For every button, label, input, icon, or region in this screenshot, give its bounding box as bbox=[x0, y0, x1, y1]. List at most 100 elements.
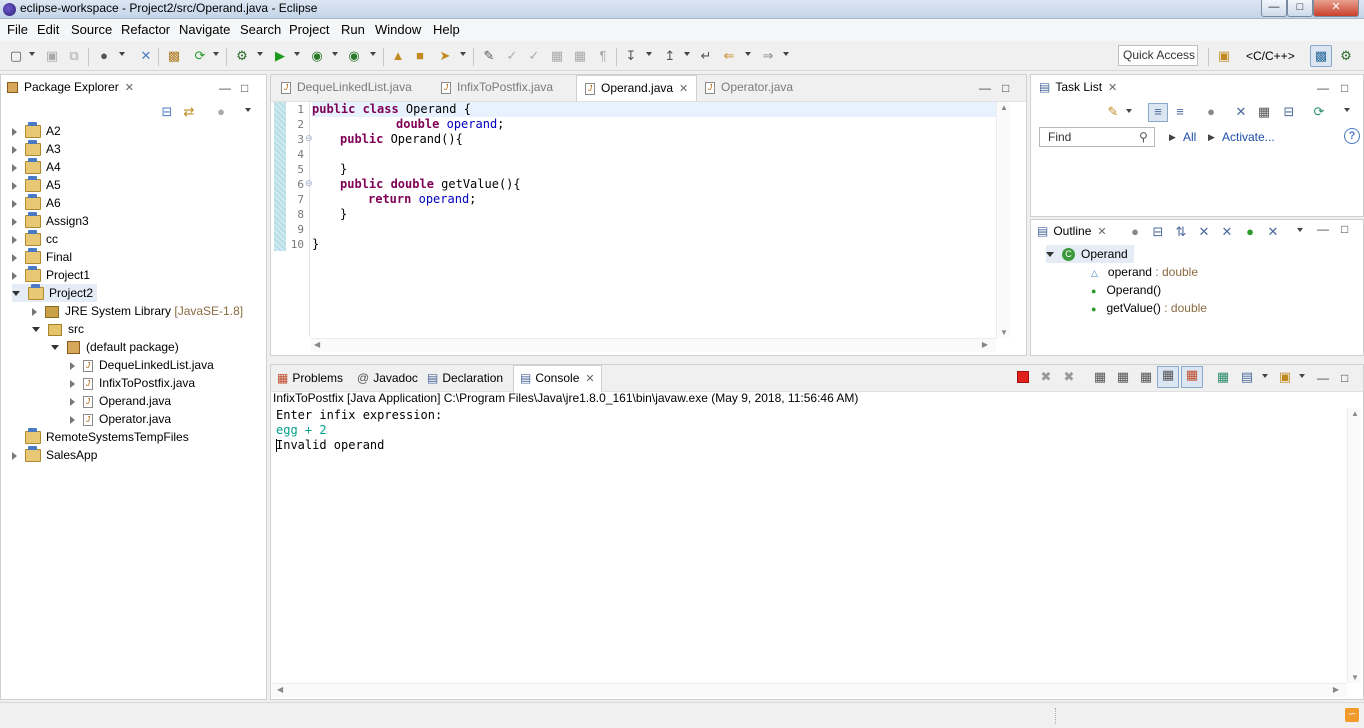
tree-project-a5[interactable]: A5 bbox=[12, 176, 61, 194]
tree-project-salesapp[interactable]: SalesApp bbox=[12, 446, 97, 464]
console-vertical-scrollbar[interactable]: ▲ ▼ bbox=[1347, 408, 1361, 683]
close-icon[interactable]: ✕ bbox=[1108, 82, 1117, 94]
minimize-view-icon[interactable]: — bbox=[219, 81, 231, 95]
profile-dropdown-arrow[interactable] bbox=[119, 52, 125, 56]
hide-local-types-icon[interactable]: ✕ bbox=[1265, 224, 1281, 240]
tab-problems[interactable]: ▦ Problems bbox=[277, 371, 343, 385]
run-icon[interactable]: ▶ bbox=[272, 48, 288, 64]
tree-project-a6[interactable]: A6 bbox=[12, 194, 61, 212]
code-line-2[interactable]: double operand; bbox=[396, 117, 504, 132]
open-type-icon[interactable]: ▲ bbox=[390, 48, 406, 64]
tab-declaration[interactable]: ▤ Declaration bbox=[427, 371, 503, 385]
scroll-lock-icon[interactable]: ▦ bbox=[1115, 369, 1131, 385]
tree-jre-library[interactable]: JRE System Library [JavaSE-1.8] bbox=[32, 302, 243, 320]
editor-tab-dequelinkedlist[interactable]: J DequeLinkedList.java bbox=[273, 75, 420, 101]
tree-project-final[interactable]: Final bbox=[12, 248, 72, 266]
close-icon[interactable]: ✕ bbox=[679, 83, 688, 95]
collapse-icon[interactable] bbox=[1046, 252, 1054, 258]
outline-class-operand[interactable]: C Operand bbox=[1046, 245, 1134, 263]
scroll-right-icon[interactable]: ▶ bbox=[1333, 685, 1339, 694]
quick-access-field[interactable]: Quick Access bbox=[1118, 45, 1198, 66]
maximize-view-icon[interactable]: □ bbox=[1002, 81, 1009, 95]
show-tasks-icon[interactable]: ▦ bbox=[1256, 104, 1272, 120]
block-selection-icon[interactable]: ▦ bbox=[549, 48, 565, 64]
pin-console-icon[interactable]: ▦ bbox=[1215, 369, 1231, 385]
expand-icon[interactable] bbox=[12, 181, 17, 190]
expand-icon[interactable] bbox=[12, 199, 17, 208]
expand-icon[interactable] bbox=[12, 163, 17, 172]
editor-tab-operand[interactable]: J Operand.java ✕ bbox=[576, 75, 698, 101]
scroll-down-icon[interactable]: ▼ bbox=[1000, 328, 1008, 337]
expand-icon[interactable] bbox=[12, 271, 17, 280]
tab-console[interactable]: ▤ Console ✕ bbox=[513, 365, 602, 392]
code-line-8[interactable]: } bbox=[340, 207, 347, 222]
tree-project-a2[interactable]: A2 bbox=[12, 122, 61, 140]
menu-project[interactable]: Project bbox=[289, 22, 329, 37]
debug-perspective-icon[interactable]: ⚙ bbox=[1338, 48, 1354, 64]
fold-collapse-icon[interactable]: ⊖ bbox=[305, 133, 313, 144]
remove-launch-icon[interactable]: ✖ bbox=[1038, 369, 1054, 385]
tab-outline[interactable]: ▤ Outline ✕ bbox=[1037, 224, 1107, 238]
next-annotation-icon[interactable]: ✓ bbox=[504, 48, 520, 64]
run-dropdown-arrow[interactable] bbox=[294, 52, 300, 56]
tab-package-explorer[interactable]: Package Explorer ✕ bbox=[7, 80, 134, 94]
minimize-view-icon[interactable]: — bbox=[1317, 371, 1329, 385]
code-line-5[interactable]: } bbox=[340, 162, 347, 177]
next-annotation-dropdown-arrow[interactable] bbox=[646, 52, 652, 56]
expand-icon[interactable] bbox=[32, 307, 37, 316]
outline-field-operand[interactable]: △ operand : double bbox=[1091, 263, 1198, 281]
expand-icon[interactable] bbox=[12, 253, 17, 262]
open-folder-icon[interactable]: ■ bbox=[412, 48, 428, 64]
collapse-all-icon[interactable]: ⊟ bbox=[1150, 224, 1166, 240]
expand-icon[interactable] bbox=[70, 397, 75, 406]
code-line-3[interactable]: public Operand(){ bbox=[340, 132, 463, 147]
show-on-stderr-icon[interactable]: ▦ bbox=[1181, 366, 1203, 388]
cpp-perspective-button[interactable]: <C/C++> bbox=[1246, 49, 1295, 63]
menu-navigate[interactable]: Navigate bbox=[179, 22, 230, 37]
task-find-field[interactable]: Find bbox=[1039, 127, 1155, 147]
scroll-down-icon[interactable]: ▼ bbox=[1351, 673, 1359, 682]
code-line-6[interactable]: public double getValue(){ bbox=[340, 177, 521, 192]
toggle-mark-icon[interactable]: ✎ bbox=[481, 48, 497, 64]
collapse-all-icon[interactable]: ⊟ bbox=[159, 104, 175, 120]
tab-task-list[interactable]: ▤ Task List ✕ bbox=[1039, 80, 1117, 94]
minimize-button[interactable]: — bbox=[1261, 0, 1287, 17]
menu-refactor[interactable]: Refactor bbox=[121, 22, 170, 37]
scroll-left-icon[interactable]: ◀ bbox=[277, 685, 283, 694]
new-icon[interactable]: ▢ bbox=[8, 48, 24, 64]
prev-annotation-icon[interactable]: ✓ bbox=[526, 48, 542, 64]
menu-source[interactable]: Source bbox=[71, 22, 112, 37]
synchronize-icon[interactable]: ⟳ bbox=[1311, 104, 1327, 120]
tree-project-assign3[interactable]: Assign3 bbox=[12, 212, 89, 230]
link-with-editor-icon[interactable]: ⇄ bbox=[181, 104, 197, 120]
all-tasks-link[interactable]: All bbox=[1183, 130, 1196, 144]
code-line-1[interactable]: public class Operand { bbox=[312, 102, 471, 117]
skip-breakpoints-icon[interactable]: ✕ bbox=[138, 48, 154, 64]
save-icon[interactable]: ▣ bbox=[44, 48, 60, 64]
sort-icon[interactable]: ⇅ bbox=[1173, 224, 1189, 240]
expand-icon[interactable] bbox=[70, 415, 75, 424]
new-task-icon[interactable]: ✎ bbox=[1105, 104, 1121, 120]
external-tools-icon[interactable]: ◉ bbox=[346, 48, 362, 64]
close-icon[interactable]: ✕ bbox=[125, 82, 134, 94]
search-dropdown-arrow[interactable] bbox=[460, 52, 466, 56]
debug-dropdown-arrow[interactable] bbox=[257, 52, 263, 56]
prev-annotation-dropdown-arrow[interactable] bbox=[684, 52, 690, 56]
tree-file-operator[interactable]: J Operator.java bbox=[70, 410, 171, 428]
remove-all-launches-icon[interactable]: ✖ bbox=[1061, 369, 1077, 385]
categorized-icon[interactable]: ≡ bbox=[1148, 103, 1168, 122]
coverage-dropdown-arrow[interactable] bbox=[332, 52, 338, 56]
close-icon[interactable]: ✕ bbox=[585, 373, 594, 385]
debug-icon[interactable]: ⚙ bbox=[234, 48, 250, 64]
display-console-dropdown-arrow[interactable] bbox=[1262, 374, 1268, 378]
focus-icon[interactable]: ● bbox=[1203, 104, 1219, 120]
open-console-dropdown-arrow[interactable] bbox=[1299, 374, 1305, 378]
refresh-dropdown-arrow[interactable] bbox=[213, 52, 219, 56]
tree-file-operand[interactable]: J Operand.java bbox=[70, 392, 171, 410]
menu-window[interactable]: Window bbox=[375, 22, 421, 37]
hide-static-icon[interactable]: ✕ bbox=[1219, 224, 1235, 240]
close-icon[interactable]: ✕ bbox=[1097, 226, 1106, 238]
expand-icon[interactable] bbox=[70, 361, 75, 370]
coverage-icon[interactable]: ◉ bbox=[309, 48, 325, 64]
editor-tab-operator[interactable]: J Operator.java bbox=[697, 75, 801, 101]
